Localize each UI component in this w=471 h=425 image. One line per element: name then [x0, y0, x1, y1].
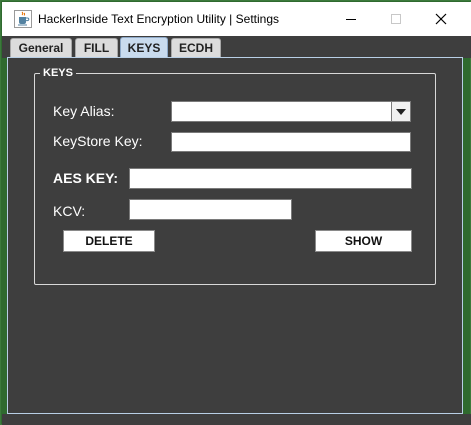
settings-window: HackerInside Text Encryption Utility | S…: [0, 0, 471, 425]
aes-key-field[interactable]: [129, 168, 412, 189]
keys-tab-panel: KEYS Key Alias: KeyStore Key: AES KEY: K…: [7, 57, 463, 414]
close-button[interactable]: [418, 2, 464, 36]
kcv-field[interactable]: [129, 199, 292, 220]
tab-keys[interactable]: KEYS: [120, 37, 168, 57]
delete-button[interactable]: DELETE: [63, 230, 155, 252]
aes-key-label: AES KEY:: [53, 170, 119, 186]
show-button[interactable]: SHOW: [315, 230, 412, 252]
key-alias-dropdown[interactable]: [171, 101, 411, 122]
java-cup-icon: [14, 10, 32, 28]
keystore-key-label: KeyStore Key:: [53, 133, 143, 149]
tab-general[interactable]: General: [10, 38, 72, 57]
maximize-button[interactable]: [373, 2, 419, 36]
tab-ecdh[interactable]: ECDH: [171, 38, 221, 57]
minimize-icon: [346, 19, 356, 20]
kcv-label: KCV:: [53, 203, 86, 219]
tab-strip: General FILL KEYS ECDH: [2, 36, 471, 58]
key-alias-label: Key Alias:: [53, 103, 115, 119]
window-bottom-edge: [2, 414, 471, 425]
title-bar[interactable]: HackerInside Text Encryption Utility | S…: [2, 2, 471, 36]
chevron-down-icon: [396, 108, 406, 115]
maximize-icon: [391, 14, 401, 24]
minimize-button[interactable]: [328, 2, 374, 36]
tab-fill[interactable]: FILL: [75, 38, 118, 57]
dropdown-arrow-button[interactable]: [391, 102, 410, 121]
keys-group-legend: KEYS: [40, 67, 76, 79]
window-title: HackerInside Text Encryption Utility | S…: [38, 12, 279, 26]
keystore-key-field[interactable]: [171, 132, 411, 152]
close-icon: [435, 13, 447, 25]
